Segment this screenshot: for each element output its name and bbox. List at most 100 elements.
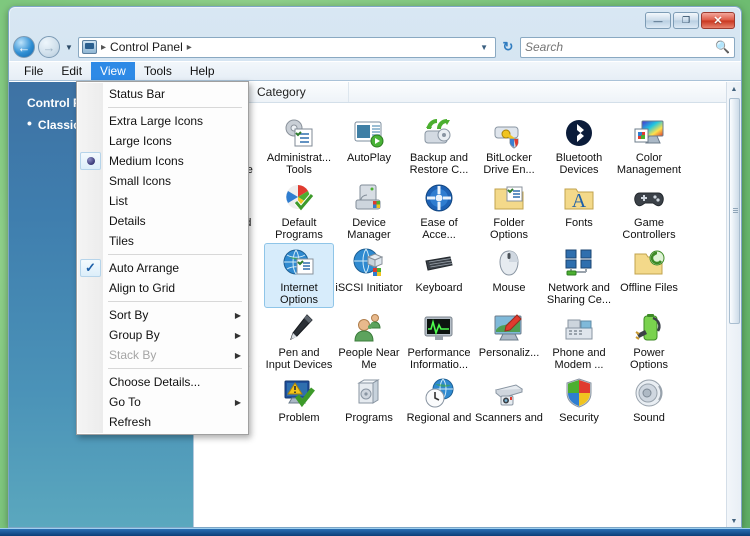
control-panel-item-phone-modem[interactable]: Phone and Modem ... — [544, 308, 614, 373]
control-panel-item-default-programs[interactable]: Default Programs — [264, 178, 334, 243]
view-menu-item-sort-by[interactable]: Sort By ▶ — [77, 305, 248, 325]
control-panel-item-offline-files[interactable]: Offline Files — [614, 243, 684, 308]
item-label: iSCSI Initiator — [335, 282, 403, 294]
control-panel-item-ease-of-access[interactable]: Ease of Acce... — [404, 178, 474, 243]
menu-view[interactable]: View — [91, 62, 135, 80]
title-bar: — ❐ ✕ — [9, 7, 741, 33]
menu-separator — [108, 301, 242, 302]
view-menu-item-extra-large-icons[interactable]: Extra Large Icons — [77, 111, 248, 131]
control-panel-item-bitlocker[interactable]: BitLocker Drive En... — [474, 113, 544, 178]
control-panel-item-personalization[interactable]: Personaliz... — [474, 308, 544, 373]
column-header-blank[interactable] — [349, 82, 741, 102]
close-button[interactable]: ✕ — [701, 12, 735, 29]
menu-item-label: Status Bar — [109, 87, 166, 101]
item-label: Phone and Modem ... — [552, 347, 606, 371]
control-panel-item-administrative-tools[interactable]: Administrat... Tools — [264, 113, 334, 178]
forward-button[interactable]: → — [38, 36, 60, 58]
view-menu-item-status-bar[interactable]: Status Bar — [77, 84, 248, 104]
menu-separator — [108, 254, 242, 255]
search-box[interactable]: 🔍 — [520, 36, 735, 58]
control-panel-item-problem-reports[interactable]: Problem — [264, 373, 334, 426]
control-panel-item-sound[interactable]: Sound — [614, 373, 684, 426]
control-panel-item-autoplay[interactable]: AutoPlay — [334, 113, 404, 178]
menu-item-label: Group By — [109, 328, 160, 342]
refresh-button[interactable]: ↻ — [499, 39, 517, 55]
people-near-me-icon — [353, 312, 385, 344]
view-menu-item-group-by[interactable]: Group By ▶ — [77, 325, 248, 345]
item-label: Color Management — [616, 152, 682, 176]
radio-selected-icon — [80, 152, 101, 170]
maximize-icon: ❐ — [681, 15, 691, 25]
explorer-window: — ❐ ✕ ← → ▼ ▸ Control Panel ▸ ▼ ↻ Search… — [8, 6, 742, 528]
column-header-category[interactable]: Category — [249, 82, 349, 102]
menu-item-label: Large Icons — [109, 134, 172, 148]
menu-item-label: Align to Grid — [109, 281, 176, 295]
control-panel-item-fonts[interactable]: A Fonts — [544, 178, 614, 243]
submenu-arrow-icon: ▶ — [234, 398, 241, 407]
scrollbar-thumb[interactable] — [728, 98, 740, 324]
address-dropdown-icon[interactable]: ▼ — [476, 43, 492, 52]
back-button[interactable]: ← — [13, 36, 35, 58]
scroll-up-button[interactable]: ▲ — [727, 82, 742, 97]
control-panel-item-backup-restore[interactable]: Backup and Restore C... — [404, 113, 474, 178]
breadcrumb-control-panel[interactable]: Control Panel — [110, 40, 183, 54]
item-label: Keyboard — [415, 282, 463, 294]
control-panel-item-scanners-cameras[interactable]: Scanners and — [474, 373, 544, 426]
menu-tools[interactable]: Tools — [135, 62, 181, 80]
view-menu-item-go-to[interactable]: Go To ▶ — [77, 392, 248, 412]
menu-edit[interactable]: Edit — [52, 62, 91, 80]
menu-file[interactable]: File — [15, 62, 52, 80]
control-panel-item-bluetooth[interactable]: Bluetooth Devices — [544, 113, 614, 178]
view-menu-item-refresh[interactable]: Refresh — [77, 412, 248, 432]
control-panel-item-people-near-me[interactable]: People Near Me — [334, 308, 404, 373]
phone-modem-icon — [563, 312, 595, 344]
view-menu-item-details[interactable]: Details — [77, 211, 248, 231]
mouse-icon — [493, 247, 525, 279]
search-input[interactable] — [525, 40, 716, 54]
control-panel-item-game-controllers[interactable]: Game Controllers — [614, 178, 684, 243]
control-panel-item-keyboard[interactable]: Keyboard — [404, 243, 474, 308]
control-panel-item-power-options[interactable]: Power Options — [614, 308, 684, 373]
control-panel-item-performance-info[interactable]: Performance Informatio... — [404, 308, 474, 373]
breadcrumb-separator-0: ▸ — [101, 41, 107, 53]
control-panel-item-programs-features[interactable]: Programs — [334, 373, 404, 426]
menu-help[interactable]: Help — [181, 62, 224, 80]
maximize-button[interactable]: ❐ — [673, 12, 699, 29]
view-menu-item-choose-details[interactable]: Choose Details... — [77, 372, 248, 392]
control-panel-item-color-management[interactable]: Color Management — [614, 113, 684, 178]
control-panel-item-network-sharing[interactable]: Network and Sharing Ce... — [544, 243, 614, 308]
view-menu-item-medium-icons[interactable]: Medium Icons — [77, 151, 248, 171]
menu-separator — [108, 107, 242, 108]
control-panel-item-security-center[interactable]: Security — [544, 373, 614, 426]
control-panel-item-device-manager[interactable]: Device Manager — [334, 178, 404, 243]
control-panel-item-regional-language[interactable]: Regional and — [404, 373, 474, 426]
view-menu-item-list[interactable]: List — [77, 191, 248, 211]
address-bar: ← → ▼ ▸ Control Panel ▸ ▼ ↻ 🔍 — [9, 33, 741, 61]
control-panel-item-pen-input[interactable]: Pen and Input Devices — [264, 308, 334, 373]
checkmark-icon: ✓ — [80, 259, 101, 277]
minimize-icon: — — [653, 15, 663, 26]
view-menu-item-tiles[interactable]: Tiles — [77, 231, 248, 251]
control-panel-item-mouse[interactable]: Mouse — [474, 243, 544, 308]
control-panel-item-iscsi-initiator[interactable]: iSCSI Initiator — [334, 243, 404, 308]
view-menu-item-small-icons[interactable]: Small Icons — [77, 171, 248, 191]
breadcrumb-separator-1[interactable]: ▸ — [187, 42, 192, 53]
chevron-down-icon: ▼ — [730, 518, 738, 525]
network-sharing-icon — [563, 247, 595, 279]
address-input[interactable]: ▸ Control Panel ▸ ▼ — [78, 36, 496, 58]
recent-pages-button[interactable]: ▼ — [63, 43, 75, 52]
chevron-up-icon: ▲ — [730, 86, 738, 93]
vertical-scrollbar[interactable]: ▲ ▼ — [726, 82, 742, 527]
taskbar[interactable] — [0, 528, 750, 536]
control-panel-item-internet-options[interactable]: Internet Options — [264, 243, 334, 308]
view-menu-item-align-to-grid[interactable]: Align to Grid — [77, 278, 248, 298]
minimize-button[interactable]: — — [645, 12, 671, 29]
scroll-down-button[interactable]: ▼ — [727, 514, 742, 527]
control-panel-item-folder-options[interactable]: Folder Options — [474, 178, 544, 243]
view-menu-item-large-icons[interactable]: Large Icons — [77, 131, 248, 151]
power-options-icon — [633, 312, 665, 344]
view-menu-item-auto-arrange[interactable]: ✓ Auto Arrange — [77, 258, 248, 278]
item-label: Sound — [633, 412, 665, 424]
fonts-icon: A — [563, 182, 595, 214]
search-icon: 🔍 — [715, 40, 730, 54]
